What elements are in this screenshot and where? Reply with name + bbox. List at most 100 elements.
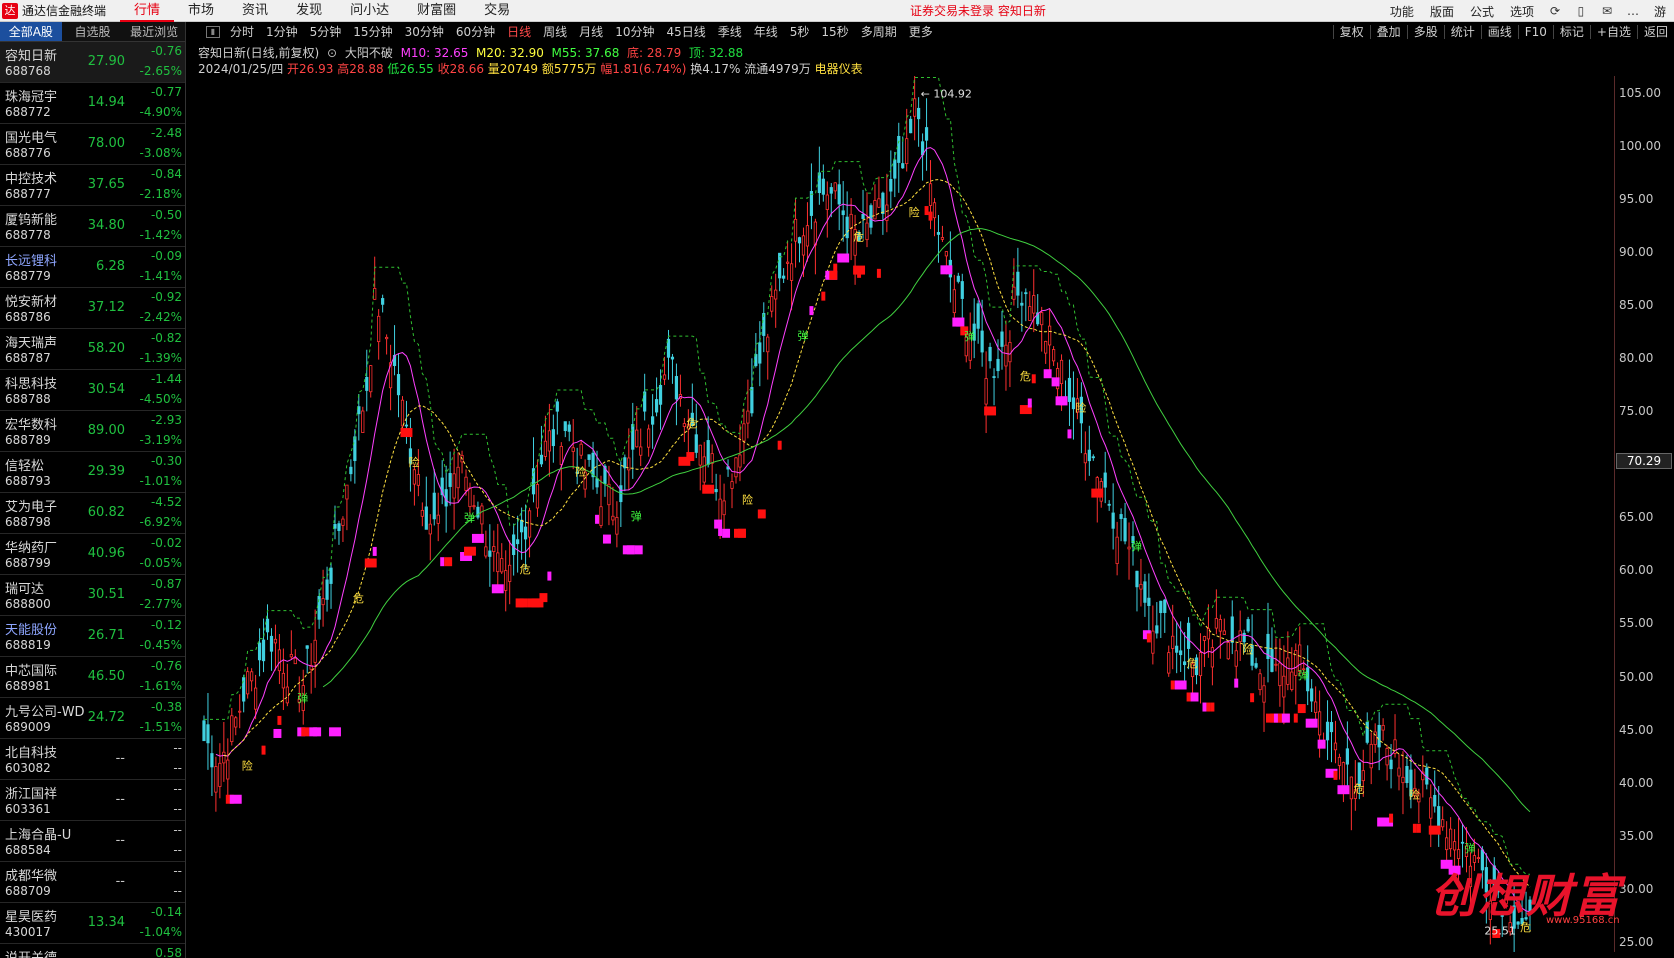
- tool-button[interactable]: 统计: [1443, 25, 1481, 39]
- period-tab[interactable]: 5分钟: [304, 22, 348, 42]
- period-tab[interactable]: 更多: [903, 22, 939, 42]
- period-tab[interactable]: 分时: [224, 22, 260, 42]
- stock-row[interactable]: 星昊医药 430017 13.34 -0.14 -1.04%: [0, 903, 185, 944]
- stock-row[interactable]: 科思科技 688788 30.54 -1.44 -4.50%: [0, 370, 185, 411]
- signal-block: [1059, 396, 1068, 406]
- period-tab[interactable]: 月线: [573, 22, 609, 42]
- tool-button[interactable]: 返回: [1636, 25, 1674, 39]
- period-tab[interactable]: 45日线: [660, 22, 711, 42]
- tool-button[interactable]: 多股: [1406, 25, 1444, 39]
- candle-body: [329, 567, 333, 584]
- indicator-dropdown-icon[interactable]: ⊙: [327, 46, 337, 60]
- tool-button[interactable]: 叠加: [1369, 25, 1407, 39]
- stock-row[interactable]: 成都华微 688709 -- -- --: [0, 862, 185, 903]
- tool-button[interactable]: F10: [1517, 25, 1553, 39]
- period-tab[interactable]: 多周期: [855, 22, 903, 42]
- kline-chart[interactable]: 险弹危险弹危险弹危险弹危险弹危险弹危险弹危险弹危 ← 104.92 25.51: [198, 76, 1614, 952]
- stock-row[interactable]: 珠海冠宇 688772 14.94 -0.77 -4.90%: [0, 83, 185, 124]
- tool-button[interactable]: 标记: [1552, 25, 1590, 39]
- stock-row[interactable]: 瑞可达 688800 30.51 -0.87 -2.77%: [0, 575, 185, 616]
- period-tab[interactable]: 30分钟: [399, 22, 450, 42]
- tab-recent[interactable]: 最近浏览: [123, 22, 185, 41]
- tool-button[interactable]: +自选: [1589, 25, 1637, 39]
- tab-all-a-shares[interactable]: 全部A股: [0, 22, 62, 41]
- signal-block: [277, 715, 282, 725]
- signal-block: [1412, 823, 1417, 833]
- tool-button[interactable]: 画线: [1480, 25, 1518, 39]
- stock-row[interactable]: 九号公司-WD 689009 24.72 -0.38 -1.51%: [0, 698, 185, 739]
- candle-body: [1179, 650, 1183, 656]
- more-icon[interactable]: …: [1620, 4, 1646, 18]
- menu-ask[interactable]: 问小达: [336, 0, 403, 22]
- stock-row[interactable]: 悦安新材 688786 37.12 -0.92 -2.42%: [0, 288, 185, 329]
- refresh-icon[interactable]: ⟳: [1542, 4, 1568, 18]
- stock-row[interactable]: 海天瑞声 688787 58.20 -0.82 -1.39%: [0, 329, 185, 370]
- candle-body: [1198, 652, 1203, 677]
- candle-body: [1163, 599, 1167, 613]
- stock-row[interactable]: 北自科技 603082 -- -- --: [0, 739, 185, 780]
- menu-wealth-circle[interactable]: 财富圈: [403, 0, 470, 22]
- period-tab[interactable]: 15分钟: [347, 22, 398, 42]
- panel-toggle-icon[interactable]: ▮: [206, 26, 220, 38]
- menu-discover[interactable]: 发现: [282, 0, 336, 22]
- kline-chart-svg[interactable]: 险弹危险弹危险弹危险弹危险弹危险弹危险弹危 险弹危← 104.9225.51: [198, 76, 1614, 952]
- candle-body: [579, 443, 583, 456]
- industry-label[interactable]: 电器仪表: [815, 62, 863, 76]
- period-tab[interactable]: 季线: [712, 22, 748, 42]
- candle-body: [936, 232, 941, 235]
- indicator-name[interactable]: 大阳不破: [345, 46, 393, 60]
- period-tab[interactable]: 1分钟: [260, 22, 304, 42]
- stock-row[interactable]: 中芯国际 688981 46.50 -0.76 -1.61%: [0, 657, 185, 698]
- candle-body: [877, 198, 881, 208]
- menu-market[interactable]: 市场: [174, 0, 228, 22]
- menu-formula[interactable]: 公式: [1462, 3, 1502, 20]
- period-tab[interactable]: 5秒: [784, 22, 816, 42]
- period-tab[interactable]: 日线: [501, 22, 537, 42]
- stock-row[interactable]: 浙江国祥 603361 -- -- --: [0, 780, 185, 821]
- menu-options[interactable]: 选项: [1502, 3, 1542, 20]
- menu-trade[interactable]: 交易: [470, 0, 524, 22]
- period-tab[interactable]: 年线: [748, 22, 784, 42]
- stock-row[interactable]: 国光电气 688776 78.00 -2.48 -3.08%: [0, 124, 185, 165]
- menu-function[interactable]: 功能: [1382, 3, 1422, 20]
- period-tab[interactable]: 周线: [537, 22, 573, 42]
- phone-icon[interactable]: ▯: [1568, 4, 1594, 18]
- stock-row[interactable]: 信轻松 688793 29.39 -0.30 -1.01%: [0, 452, 185, 493]
- stock-row[interactable]: 天能股份 688819 26.71 -0.12 -0.45%: [0, 616, 185, 657]
- stock-row[interactable]: 艾为电子 688798 60.82 -4.52 -6.92%: [0, 493, 185, 534]
- stock-price: 26.71: [87, 628, 125, 643]
- stock-change-pct: -6.92%: [139, 515, 182, 529]
- candle-body: [901, 163, 905, 169]
- period-tab[interactable]: 60分钟: [450, 22, 501, 42]
- period-tab[interactable]: 10分钟: [609, 22, 660, 42]
- candle-body: [349, 466, 353, 475]
- tab-watchlist[interactable]: 自选股: [62, 22, 124, 41]
- signal-label: 危: [853, 230, 864, 243]
- signal-block: [833, 263, 838, 273]
- stock-row[interactable]: 上海合晶-U 688584 -- -- --: [0, 821, 185, 862]
- candle-body: [1337, 756, 1342, 766]
- login-warning[interactable]: 证券交易未登录 容知日新: [910, 0, 1046, 22]
- candle-body: [250, 671, 254, 682]
- stock-row[interactable]: 长远锂科 688779 6.28 -0.09 -1.41%: [0, 247, 185, 288]
- stock-change: -0.50: [150, 208, 182, 222]
- stock-code: 688709: [5, 884, 51, 898]
- stock-row[interactable]: 说开关德 0.58: [0, 944, 185, 958]
- stock-row[interactable]: 容知日新 688768 27.90 -0.76 -2.65%: [0, 42, 185, 83]
- candle-body: [865, 222, 869, 241]
- menu-quotes[interactable]: 行情: [120, 0, 175, 22]
- menu-news[interactable]: 资讯: [228, 0, 282, 22]
- candle-body: [484, 546, 488, 557]
- stock-row[interactable]: 中控技术 688777 37.65 -0.84 -2.18%: [0, 165, 185, 206]
- stock-change: -0.87: [150, 577, 182, 591]
- candle-body: [1262, 685, 1266, 703]
- menu-layout[interactable]: 版面: [1422, 3, 1462, 20]
- candle-body: [1044, 340, 1048, 354]
- guest-label[interactable]: 游: [1646, 3, 1674, 20]
- stock-row[interactable]: 华纳药厂 688799 40.96 -0.02 -0.05%: [0, 534, 185, 575]
- stock-row[interactable]: 宏华数科 688789 89.00 -2.93 -3.19%: [0, 411, 185, 452]
- tool-button[interactable]: 复权: [1332, 25, 1370, 39]
- mail-icon[interactable]: ✉: [1594, 4, 1620, 18]
- stock-row[interactable]: 厦钨新能 688778 34.80 -0.50 -1.42%: [0, 206, 185, 247]
- period-tab[interactable]: 15秒: [815, 22, 854, 42]
